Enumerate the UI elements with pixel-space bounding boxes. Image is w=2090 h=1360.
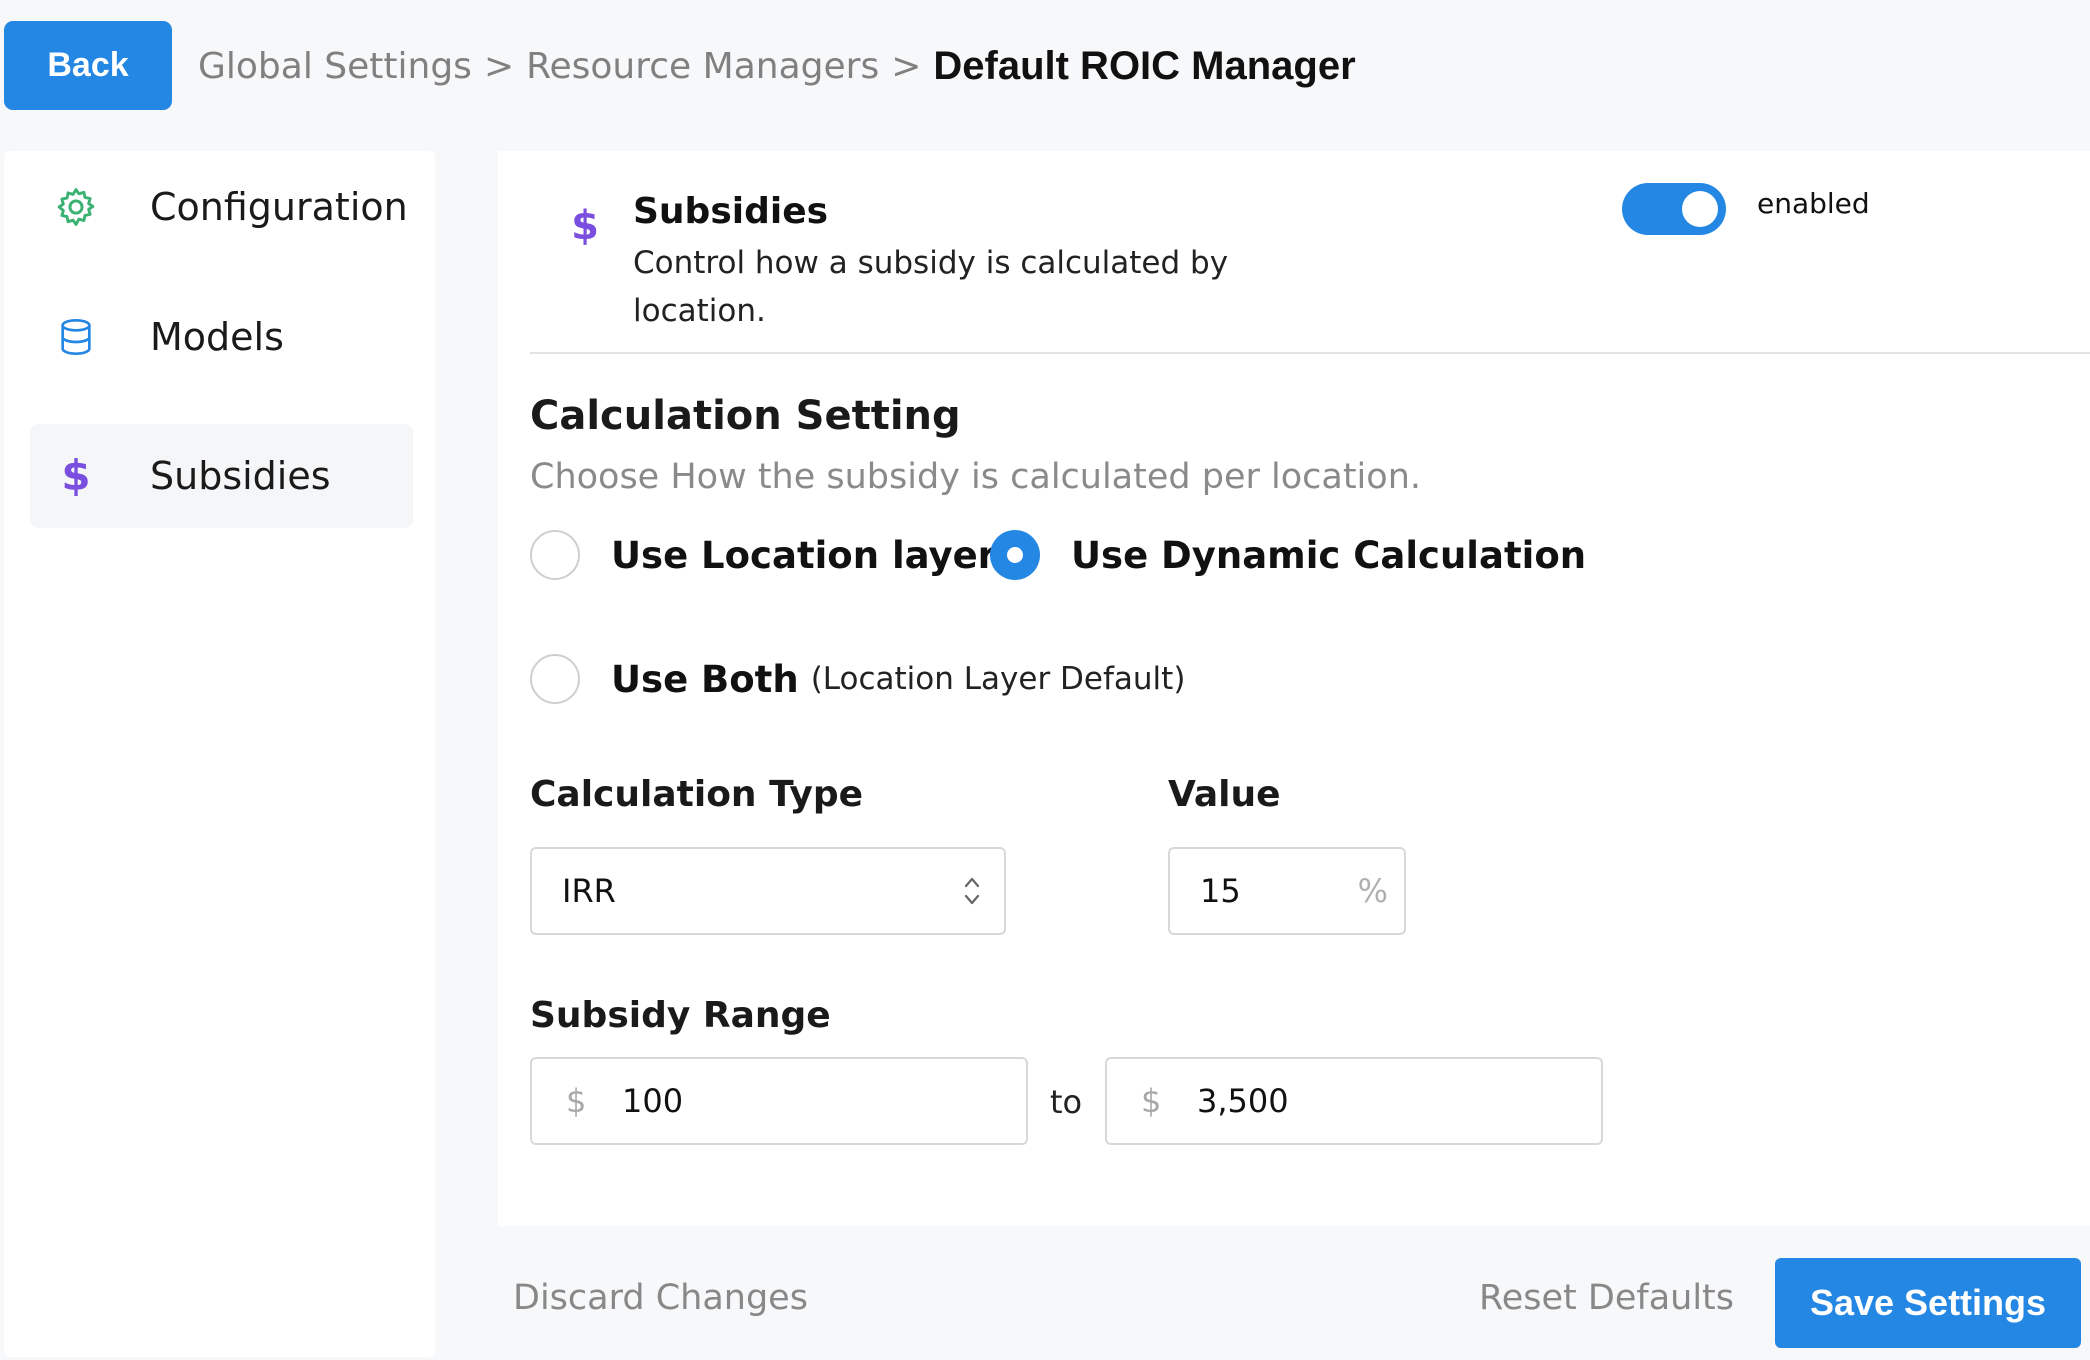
sidebar-item-models[interactable]: Models <box>30 285 413 389</box>
section-title: Subsidies <box>633 191 829 232</box>
enabled-toggle[interactable] <box>1622 183 1726 235</box>
dollar-icon: $ <box>568 201 602 251</box>
subsidy-range-label: Subsidy Range <box>530 995 831 1036</box>
percent-unit: % <box>1357 872 1388 910</box>
calculation-type-select[interactable]: IRR <box>530 847 1006 935</box>
sidebar-item-label: Models <box>150 315 284 359</box>
dollar-glyph: $ <box>61 451 91 500</box>
radio-button[interactable] <box>530 654 580 704</box>
subsidy-range-min-input[interactable]: $ 100 <box>530 1057 1028 1145</box>
sidebar-item-label: Configuration <box>150 185 408 229</box>
dollar-icon: $ <box>52 452 100 500</box>
value-input-text: 15 <box>1200 872 1241 910</box>
value-input[interactable]: 15 % <box>1168 847 1406 935</box>
section-divider <box>530 352 2090 354</box>
discard-changes-button[interactable]: Discard Changes <box>513 1278 808 1318</box>
sidebar-item-configuration[interactable]: Configuration <box>30 155 413 259</box>
currency-symbol: $ <box>566 1082 587 1120</box>
calculation-setting-subtitle: Choose How the subsidy is calculated per… <box>530 457 1421 497</box>
value-label: Value <box>1168 774 1281 815</box>
subsidy-range-max-input[interactable]: $ 3,500 <box>1105 1057 1603 1145</box>
page-title: Default ROIC Manager <box>933 43 1356 88</box>
toggle-status-label: enabled <box>1757 187 1870 220</box>
range-max-value: 3,500 <box>1197 1082 1289 1120</box>
calculation-setting-title: Calculation Setting <box>530 393 961 439</box>
currency-symbol: $ <box>1141 1082 1162 1120</box>
dollar-glyph: $ <box>571 203 599 249</box>
sidebar-item-subsidies[interactable]: $ Subsidies <box>30 424 413 528</box>
gear-icon <box>52 183 100 231</box>
toggle-knob <box>1682 191 1718 227</box>
radio-button[interactable] <box>530 530 580 580</box>
back-button[interactable]: Back <box>4 21 172 110</box>
radio-button-checked[interactable] <box>990 530 1040 580</box>
chevron-up-down-icon <box>962 874 982 908</box>
breadcrumb-separator: > <box>483 45 515 87</box>
sidebar-item-label: Subsidies <box>150 454 331 498</box>
reset-defaults-button[interactable]: Reset Defaults <box>1479 1278 1734 1318</box>
breadcrumb-separator: > <box>891 45 922 87</box>
subsidies-panel: $ Subsidies Control how a subsidy is cal… <box>498 151 2090 1226</box>
radio-use-dynamic-calculation[interactable]: Use Dynamic Calculation <box>990 530 1586 580</box>
select-value: IRR <box>562 872 616 910</box>
range-connector: to <box>1050 1083 1083 1121</box>
calculation-type-label: Calculation Type <box>530 774 864 815</box>
section-description: Control how a subsidy is calculated by l… <box>633 245 1229 329</box>
breadcrumb: Global Settings > Resource Managers > De… <box>198 38 1356 94</box>
radio-use-location-layer[interactable]: Use Location layer <box>530 530 996 580</box>
save-settings-button[interactable]: Save Settings <box>1775 1258 2081 1348</box>
database-icon <box>52 313 100 361</box>
sidebar: Configuration Models $ Subsidies <box>4 151 435 1357</box>
radio-use-both[interactable]: Use Both (Location Layer Default) <box>530 654 1185 704</box>
range-min-value: 100 <box>622 1082 684 1120</box>
radio-label: Use Both <box>611 657 799 701</box>
breadcrumb-resource-managers[interactable]: Resource Managers <box>526 46 879 87</box>
radio-label: Use Location layer <box>611 533 996 577</box>
breadcrumb-global-settings[interactable]: Global Settings <box>198 46 472 87</box>
radio-note: (Location Layer Default) <box>810 661 1186 697</box>
radio-label: Use Dynamic Calculation <box>1071 533 1587 577</box>
